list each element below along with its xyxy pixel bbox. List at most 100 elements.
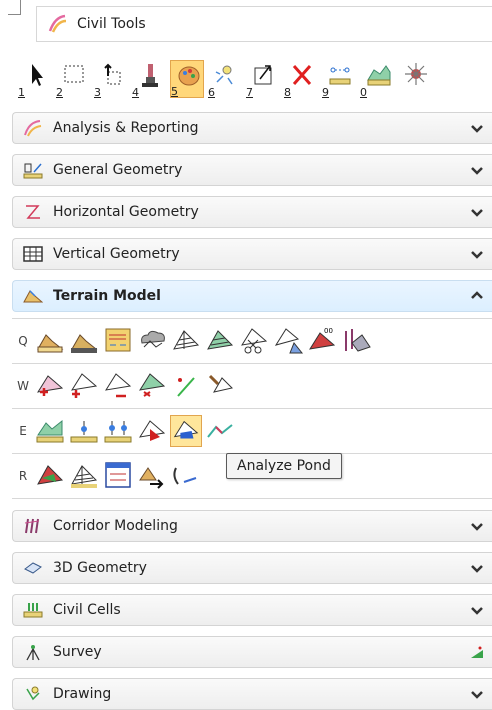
point-on-terrain-icon[interactable]	[68, 415, 100, 447]
paint-brush-icon	[142, 64, 158, 87]
tool-measure[interactable]: 9	[322, 60, 356, 99]
drape-element-icon[interactable]	[34, 415, 66, 447]
chevron-down-icon	[471, 691, 483, 699]
section-label: Terrain Model	[53, 288, 161, 304]
tool-number: 4	[132, 86, 139, 99]
terrain-layers-icon[interactable]	[340, 325, 372, 357]
tool-marquee[interactable]: 2	[56, 60, 90, 99]
tool-number: 9	[322, 86, 329, 99]
tool-sparkle[interactable]	[398, 60, 432, 98]
tool-scale[interactable]: 7	[246, 60, 280, 99]
tool-brush[interactable]: 4	[132, 60, 166, 99]
section-civil-cells[interactable]: Civil Cells	[12, 594, 492, 626]
tool-number: 0	[360, 86, 367, 99]
chevron-down-icon	[471, 523, 483, 531]
terrain-table-report-icon[interactable]	[102, 460, 134, 492]
row-key: W	[17, 379, 29, 393]
sparkle-icon	[405, 63, 427, 85]
survey-scatter-icon	[471, 646, 483, 658]
analysis-icon	[24, 120, 42, 137]
section-survey[interactable]: Survey	[12, 636, 492, 668]
tool-number: 3	[94, 86, 101, 99]
section-vertical-geometry[interactable]: Vertical Geometry	[12, 238, 492, 270]
terrain-merge-icon[interactable]	[170, 460, 202, 492]
tool-number: 1	[18, 86, 25, 99]
clip-terrain-icon[interactable]	[238, 325, 270, 357]
drawing-icon	[26, 686, 40, 701]
section-label: Drawing	[53, 686, 112, 702]
chevron-down-icon	[471, 251, 483, 259]
row-key: Q	[18, 334, 28, 348]
terrain-color-map-icon[interactable]	[34, 460, 66, 492]
civil-cells-icon	[23, 603, 43, 618]
create-terrain-from-elements-icon[interactable]	[68, 325, 100, 357]
section-horizontal-geometry[interactable]: Horizontal Geometry	[12, 196, 492, 228]
terrain-colored-mesh-icon[interactable]	[204, 325, 236, 357]
general-geometry-icon	[23, 163, 43, 179]
svg-text:00: 00	[324, 327, 333, 335]
tool-number: 6	[208, 86, 215, 99]
move-element-icon	[104, 63, 121, 85]
terrain-grid-icon[interactable]	[68, 460, 100, 492]
terrain-edit-icon[interactable]	[136, 370, 168, 402]
tool-select[interactable]: 1	[18, 60, 52, 99]
terrain-add-point-icon[interactable]	[68, 370, 100, 402]
section-corridor-modeling[interactable]: Corridor Modeling	[12, 510, 492, 542]
scale-element-icon	[254, 65, 272, 85]
section-terrain-model[interactable]: Terrain Model	[12, 280, 492, 312]
create-terrain-from-file-icon[interactable]	[34, 325, 66, 357]
tool-move[interactable]: 3	[94, 60, 128, 99]
tool-number: 7	[246, 86, 253, 99]
section-label: Horizontal Geometry	[53, 204, 199, 220]
title-bar: Civil Tools	[0, 0, 492, 44]
section-analysis-reporting[interactable]: Analysis & Reporting	[12, 112, 492, 144]
row-key: R	[18, 469, 28, 483]
section-label: Analysis & Reporting	[53, 120, 199, 136]
section-drawing[interactable]: Drawing	[12, 678, 492, 710]
chevron-up-icon	[471, 291, 483, 299]
chevron-down-icon	[471, 125, 483, 133]
terrain-profile-icon	[367, 65, 391, 86]
delete-x-icon	[292, 65, 312, 85]
terrain-boundary-icon[interactable]	[272, 325, 304, 357]
marquee-select-icon	[64, 65, 84, 83]
tool-number: 8	[284, 86, 291, 99]
corridor-modeling-icon	[24, 518, 40, 534]
analyze-pond-icon[interactable]	[170, 415, 202, 447]
corner-mark	[8, 0, 21, 15]
tool-palette[interactable]: 5	[170, 60, 204, 98]
section-general-geometry[interactable]: General Geometry	[12, 154, 492, 186]
tool-terrain-profile[interactable]: 0	[360, 60, 394, 99]
tool-number: 2	[56, 86, 63, 99]
section-label: General Geometry	[53, 162, 183, 178]
terrain-export-icon[interactable]	[136, 460, 168, 492]
section-3d-geometry[interactable]: 3D Geometry	[12, 552, 492, 584]
terrain-delete-point-icon[interactable]	[102, 370, 134, 402]
terrain-model-icon	[23, 290, 43, 303]
chevron-down-icon	[471, 167, 483, 175]
terrain-mesh-icon[interactable]	[170, 325, 202, 357]
terrain-add-feature-icon[interactable]	[34, 370, 66, 402]
tool-highlight[interactable]: 6	[208, 60, 242, 99]
row-key: E	[19, 424, 27, 438]
measure-distance-icon	[329, 67, 351, 85]
section-label: Vertical Geometry	[53, 246, 180, 262]
terrain-red-analysis-icon[interactable]	[136, 415, 168, 447]
terrain-brush-icon[interactable]	[204, 370, 236, 402]
section-label: Civil Cells	[53, 602, 121, 618]
tool-delete[interactable]: 8	[284, 60, 318, 99]
section-label: Survey	[53, 644, 102, 660]
terrain-elevation-icon[interactable]: 00	[306, 325, 338, 357]
highlight-element-icon	[215, 65, 233, 85]
points-on-terrain-icon[interactable]	[102, 415, 134, 447]
quick-toolbar: 1 2 3 4 5 6 7 8 9 0	[18, 54, 432, 99]
tool-row-w: W	[12, 363, 492, 408]
section-label: Corridor Modeling	[53, 518, 178, 534]
tool-row-e: E	[12, 408, 492, 453]
window-title-box[interactable]: Civil Tools	[36, 6, 492, 42]
vertical-geometry-icon	[23, 246, 43, 262]
terrain-profile-line-icon[interactable]	[204, 415, 236, 447]
terrain-cloud-icon[interactable]	[136, 325, 168, 357]
terrain-report-icon[interactable]	[102, 325, 134, 357]
flip-triangle-icon[interactable]	[170, 370, 202, 402]
